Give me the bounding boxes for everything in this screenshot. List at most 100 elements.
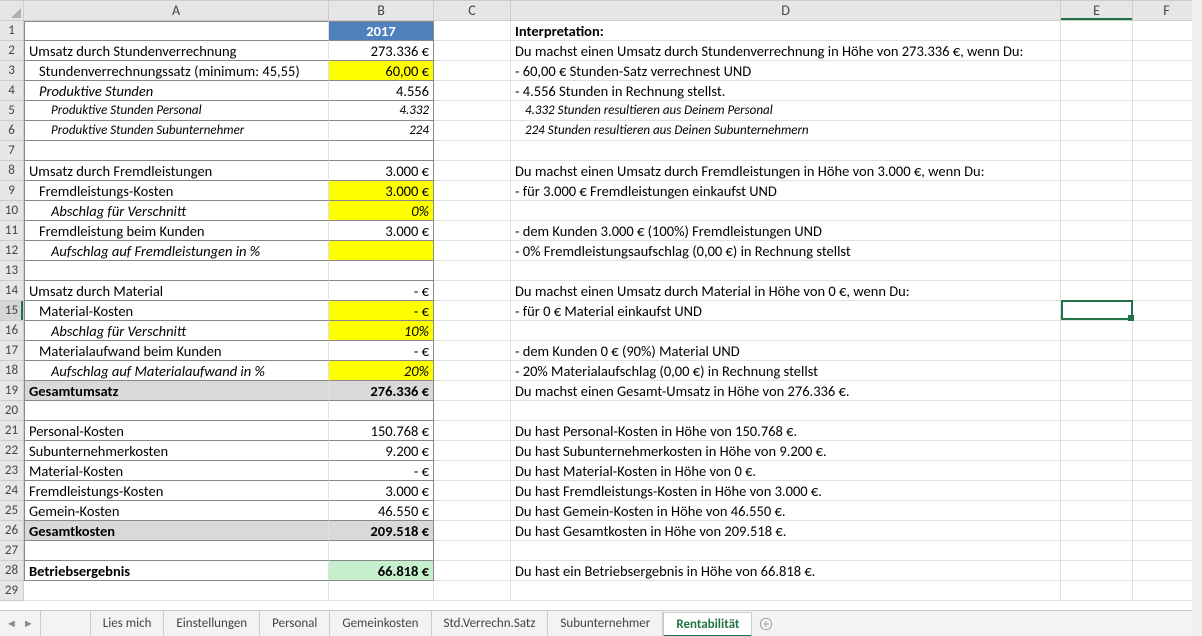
cell-E21[interactable] [1061, 421, 1133, 441]
cell-B14[interactable]: - € [329, 281, 434, 301]
cell-D4[interactable]: - 4.556 Stunden in Rechnung stellst. [511, 81, 1061, 101]
cell-B1[interactable]: 2017 [329, 21, 434, 41]
cell-C17[interactable] [434, 341, 511, 361]
cell-F5[interactable] [1133, 101, 1201, 121]
cell-F28[interactable] [1133, 561, 1201, 581]
cell-B8[interactable]: 3.000 € [329, 161, 434, 181]
cell-B10[interactable]: 0% [329, 201, 434, 221]
cell-F1[interactable] [1133, 21, 1201, 41]
cell-F25[interactable] [1133, 501, 1201, 521]
cell-A3[interactable]: Stundenverrechnungssatz (minimum: 45,55) [24, 61, 329, 81]
cell-E16[interactable] [1061, 321, 1133, 341]
cell-B22[interactable]: 9.200 € [329, 441, 434, 461]
cell-B18[interactable]: 20% [329, 361, 434, 381]
cell-E8[interactable] [1061, 161, 1133, 181]
cell-D25[interactable]: Du hast Gemein-Kosten in Höhe von 46.550… [511, 501, 1061, 521]
cell-B6[interactable]: 224 [329, 121, 434, 141]
cell-E23[interactable] [1061, 461, 1133, 481]
cell-F11[interactable] [1133, 221, 1201, 241]
cell-A19[interactable]: Gesamtumsatz [24, 381, 329, 401]
cell-E17[interactable] [1061, 341, 1133, 361]
cell-D9[interactable]: - für 3.000 € Fremdleistungen einkaufst … [511, 181, 1061, 201]
cell-D5[interactable]: 4.332 Stunden resultieren aus Deinem Per… [511, 101, 1061, 121]
cell-D18[interactable]: - 20% Materialaufschlag (0,00 €) in Rech… [511, 361, 1061, 381]
cell-A15[interactable]: Material-Kosten [24, 301, 329, 321]
cell-B24[interactable]: 3.000 € [329, 481, 434, 501]
row-header-10[interactable]: 10 [0, 201, 24, 221]
cell-B7[interactable] [329, 141, 434, 161]
cell-E2[interactable] [1061, 41, 1133, 61]
cell-F8[interactable] [1133, 161, 1201, 181]
cell-A1[interactable] [24, 21, 329, 41]
cell-C1[interactable] [434, 21, 511, 41]
cell-E18[interactable] [1061, 361, 1133, 381]
row-header-21[interactable]: 21 [0, 421, 24, 441]
row-header-7[interactable]: 7 [0, 141, 24, 161]
cell-E25[interactable] [1061, 501, 1133, 521]
cell-F29[interactable] [1133, 581, 1201, 601]
cell-A4[interactable]: Produktive Stunden [24, 81, 329, 101]
cell-F23[interactable] [1133, 461, 1201, 481]
cell-D19[interactable]: Du machst einen Gesamt-Umsatz in Höhe vo… [511, 381, 1061, 401]
sheet-tab-stdverrechnsatz[interactable]: Std.Verrechn.Satz [432, 611, 549, 636]
cell-A24[interactable]: Fremdleistungs-Kosten [24, 481, 329, 501]
cell-F19[interactable] [1133, 381, 1201, 401]
row-header-24[interactable]: 24 [0, 481, 24, 501]
cell-E15[interactable] [1061, 301, 1133, 321]
cell-B5[interactable]: 4.332 [329, 101, 434, 121]
sheet-tab-einstellungen[interactable]: Einstellungen [164, 611, 260, 636]
cell-E19[interactable] [1061, 381, 1133, 401]
cell-C10[interactable] [434, 201, 511, 221]
cell-C2[interactable] [434, 41, 511, 61]
sheet-tab-rentabilitaet[interactable]: Rentabilität [663, 612, 752, 636]
cell-F15[interactable] [1133, 301, 1201, 321]
cell-A12[interactable]: Aufschlag auf Fremdleistungen in % [24, 241, 329, 261]
cell-A10[interactable]: Abschlag für Verschnitt [24, 201, 329, 221]
row-header-13[interactable]: 13 [0, 261, 24, 281]
cell-C9[interactable] [434, 181, 511, 201]
cell-D21[interactable]: Du hast Personal-Kosten in Höhe von 150.… [511, 421, 1061, 441]
cell-E4[interactable] [1061, 81, 1133, 101]
row-header-25[interactable]: 25 [0, 501, 24, 521]
row-header-1[interactable]: 1 [0, 21, 24, 41]
cell-C12[interactable] [434, 241, 511, 261]
cell-A8[interactable]: Umsatz durch Fremdleistungen [24, 161, 329, 181]
cell-E28[interactable] [1061, 561, 1133, 581]
cell-E1[interactable] [1061, 21, 1133, 41]
cell-D27[interactable] [511, 541, 1061, 561]
cell-F21[interactable] [1133, 421, 1201, 441]
row-header-26[interactable]: 26 [0, 521, 24, 541]
cell-D23[interactable]: Du hast Material-Kosten in Höhe von 0 €. [511, 461, 1061, 481]
cell-C27[interactable] [434, 541, 511, 561]
cell-F7[interactable] [1133, 141, 1201, 161]
cell-C23[interactable] [434, 461, 511, 481]
cell-F4[interactable] [1133, 81, 1201, 101]
cell-F3[interactable] [1133, 61, 1201, 81]
cell-C25[interactable] [434, 501, 511, 521]
cell-D17[interactable]: - dem Kunden 0 € (90%) Material UND [511, 341, 1061, 361]
cell-E29[interactable] [1061, 581, 1133, 601]
cell-B12[interactable] [329, 241, 434, 261]
cell-C15[interactable] [434, 301, 511, 321]
cell-F26[interactable] [1133, 521, 1201, 541]
cell-C24[interactable] [434, 481, 511, 501]
row-header-23[interactable]: 23 [0, 461, 24, 481]
cell-B16[interactable]: 10% [329, 321, 434, 341]
cell-E10[interactable] [1061, 201, 1133, 221]
cell-C18[interactable] [434, 361, 511, 381]
cell-D3[interactable]: - 60,00 € Stunden-Satz verrechnest UND [511, 61, 1061, 81]
cell-B13[interactable] [329, 261, 434, 281]
row-header-3[interactable]: 3 [0, 61, 24, 81]
cell-C22[interactable] [434, 441, 511, 461]
col-header-D[interactable]: D [511, 1, 1061, 21]
vertical-scrollbar[interactable] [1192, 0, 1202, 636]
cell-C16[interactable] [434, 321, 511, 341]
cell-B17[interactable]: - € [329, 341, 434, 361]
cell-E3[interactable] [1061, 61, 1133, 81]
cell-E27[interactable] [1061, 541, 1133, 561]
cell-C6[interactable] [434, 121, 511, 141]
col-header-C[interactable]: C [434, 1, 511, 21]
cell-B29[interactable] [329, 581, 434, 601]
select-all-corner[interactable] [0, 1, 24, 21]
row-header-11[interactable]: 11 [0, 221, 24, 241]
